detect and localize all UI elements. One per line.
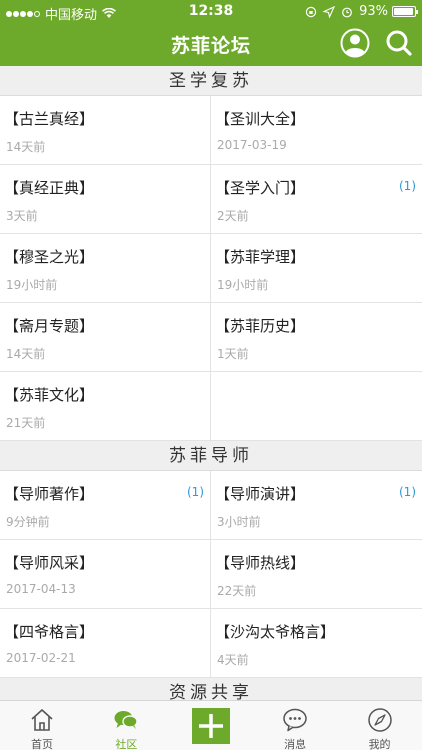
board-last-updated: 19小时前 [6,278,58,292]
board-name: 【四爷格言】 [4,623,95,641]
board-name: 【苏菲历史】 [215,317,306,335]
board-grid: 【古兰真经】 14天前 【圣训大全】 2017-03-19 【真经正典】 3天前 【圣学入门… [0,96,422,441]
board-grid: 【导师著作】 9分钟前 (1) 【导师演讲】 3小时前 (1) 【导师风采】 2017-04-… [0,471,422,678]
add-post-button[interactable] [191,708,230,744]
orientation-lock-icon [305,6,317,17]
board-last-updated: 1天前 [217,347,249,361]
tab-label: 首页 [31,738,53,750]
board-name: 【真经正典】 [4,179,95,197]
board-name: 【斋月专题】 [4,317,95,335]
user-icon[interactable] [340,28,370,58]
battery-fill [394,8,413,15]
board-name: 【导师著作】 [4,485,95,503]
tab-label: 我的 [368,738,391,750]
alarm-icon [342,7,352,17]
board-last-updated: 22天前 [217,584,257,598]
board-item[interactable]: 【沙沟太爷格言】 4天前 [211,609,422,678]
tab-mine[interactable]: 我的 [338,701,422,750]
message-icon [283,708,307,732]
board-name: 【圣学入门】 [215,179,306,197]
app-screen: 中国移动 12:38 93% 苏菲论坛 圣学复苏 【古兰真经】 14天前 【圣训… [0,0,422,750]
board-item[interactable]: 【古兰真经】 14天前 [0,96,211,165]
unread-count-badge: (1) [187,485,204,499]
board-last-updated: 14天前 [6,347,46,361]
tab-bar: 首页 社区 消息 我的 [0,700,422,750]
nav-bar: 苏菲论坛 [0,24,422,66]
tab-label: 消息 [284,738,307,750]
unread-count-badge: (1) [399,485,416,499]
board-item[interactable]: 【苏菲学理】 19小时前 [211,234,422,303]
compass-icon [367,708,392,732]
section-header: 圣学复苏 [0,66,422,96]
board-item[interactable]: 【导师著作】 9分钟前 (1) [0,471,211,540]
board-last-updated: 3天前 [6,209,38,223]
board-name: 【穆圣之光】 [4,248,95,266]
board-last-updated: 21天前 [6,416,46,430]
board-item[interactable]: 【苏菲历史】 1天前 [211,303,422,372]
board-last-updated: 2天前 [217,209,249,223]
search-icon[interactable] [385,29,413,57]
board-name: 【导师演讲】 [215,485,306,503]
board-last-updated: 2017-03-19 [217,138,287,152]
board-last-updated: 9分钟前 [6,515,50,529]
board-name: 【导师热线】 [215,554,306,572]
board-item[interactable]: 【圣训大全】 2017-03-19 [211,96,422,165]
board-name: 【导师风采】 [4,554,95,572]
board-name: 【苏菲学理】 [215,248,306,266]
unread-count-badge: (1) [399,179,416,193]
board-last-updated: 2017-02-21 [6,651,76,665]
tab-community[interactable]: 社区 [84,701,168,750]
board-name: 【沙沟太爷格言】 [215,623,336,641]
tab-home[interactable]: 首页 [0,701,84,750]
board-name: 【圣训大全】 [215,110,306,128]
board-last-updated: 19小时前 [217,278,269,292]
board-item[interactable]: 【导师风采】 2017-04-13 [0,540,211,609]
status-bar: 中国移动 12:38 93% [0,0,422,24]
tab-label: 社区 [115,738,138,750]
board-item[interactable]: 【真经正典】 3天前 [0,165,211,234]
add-icon [198,714,223,738]
battery-icon [392,6,418,17]
board-item[interactable]: 【四爷格言】 2017-02-21 [0,609,211,678]
section-header: 苏菲导师 [0,441,422,471]
board-last-updated: 2017-04-13 [6,582,76,596]
location-icon [323,5,336,18]
home-icon [31,709,53,731]
board-item[interactable]: 【导师演讲】 3小时前 (1) [211,471,422,540]
board-item[interactable]: 【穆圣之光】 19小时前 [0,234,211,303]
community-chat-icon [114,711,139,729]
board-item[interactable]: 【圣学入门】 2天前 (1) [211,165,422,234]
board-last-updated: 14天前 [6,140,46,154]
tab-add[interactable] [169,701,253,750]
status-right: 93% [305,4,418,19]
tab-messages[interactable]: 消息 [253,701,337,750]
empty-board-cell [211,372,422,441]
board-name: 【苏菲文化】 [4,386,95,404]
forum-content: 圣学复苏 【古兰真经】 14天前 【圣训大全】 2017-03-19 【真经正典】 3天前【… [0,66,422,700]
board-item[interactable]: 【导师热线】 22天前 [211,540,422,609]
section-header: 资源共享 [0,678,422,700]
board-last-updated: 3小时前 [217,515,261,529]
board-last-updated: 4天前 [217,653,249,667]
board-item[interactable]: 【斋月专题】 14天前 [0,303,211,372]
battery-percent: 93% [359,4,388,19]
board-item[interactable]: 【苏菲文化】 21天前 [0,372,211,441]
board-name: 【古兰真经】 [4,110,95,128]
